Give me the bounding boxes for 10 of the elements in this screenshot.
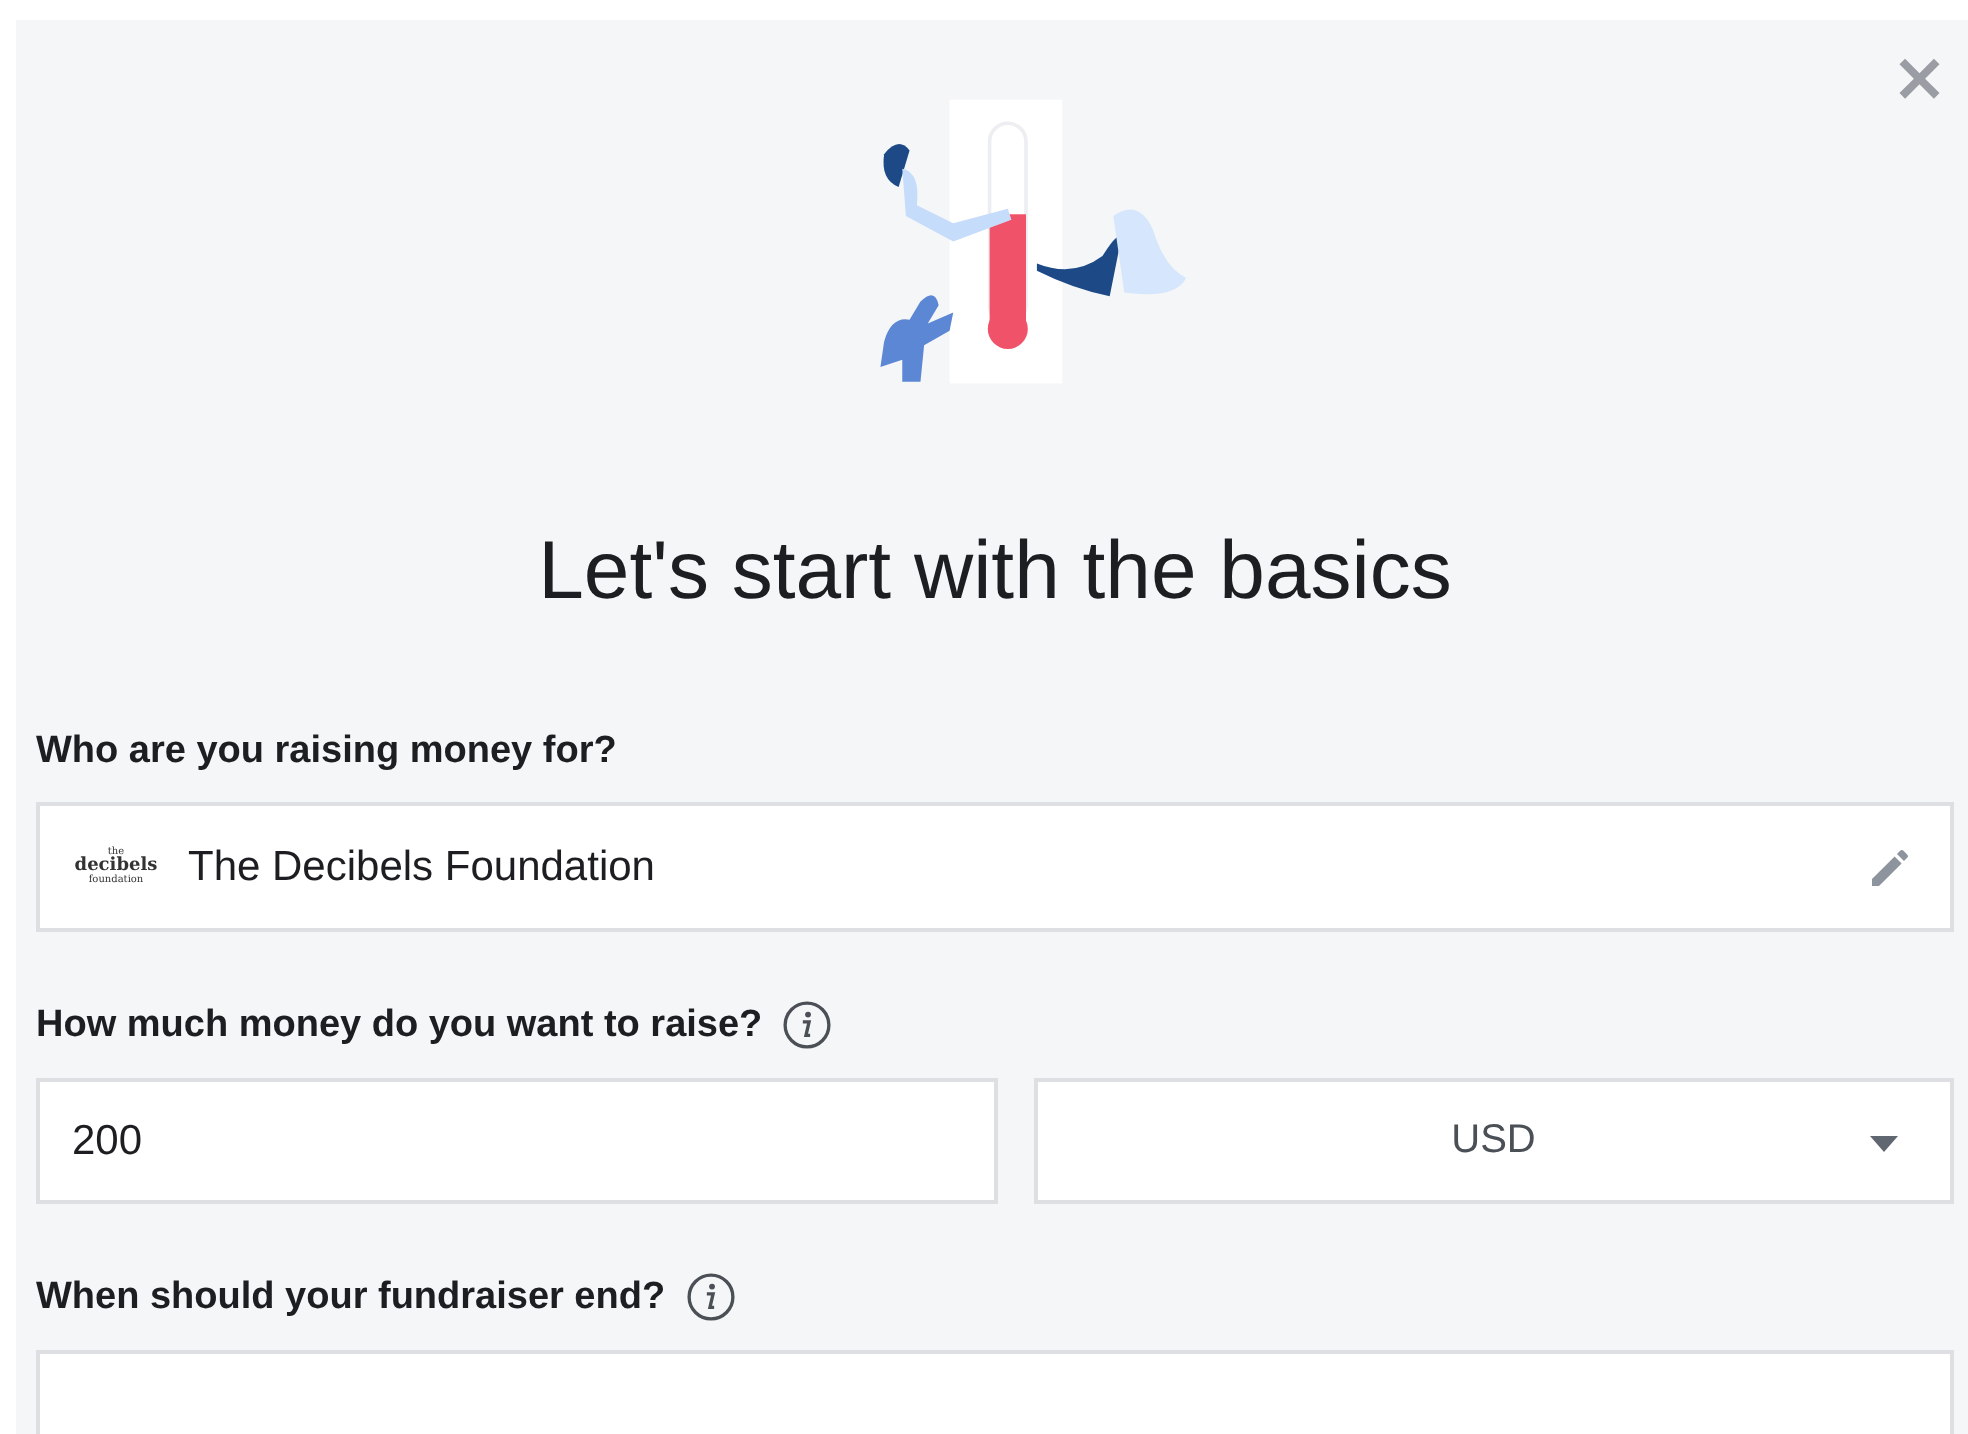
info-icon[interactable] <box>782 1000 833 1051</box>
end-date-field[interactable] <box>36 1350 1954 1434</box>
currency-dropdown[interactable]: USD <box>1033 1078 1954 1205</box>
caret-icon <box>1870 1136 1898 1153</box>
info-icon[interactable] <box>685 1272 736 1323</box>
field-label: How much money do you want to raise? <box>36 1003 763 1048</box>
field-label: When should your fundraiser end? <box>36 1275 666 1320</box>
field-label: Who are you raising money for? <box>36 730 617 775</box>
amount-input[interactable]: 200 <box>36 1078 997 1205</box>
dialog-heading: Let's start with the basics <box>536 524 1454 619</box>
